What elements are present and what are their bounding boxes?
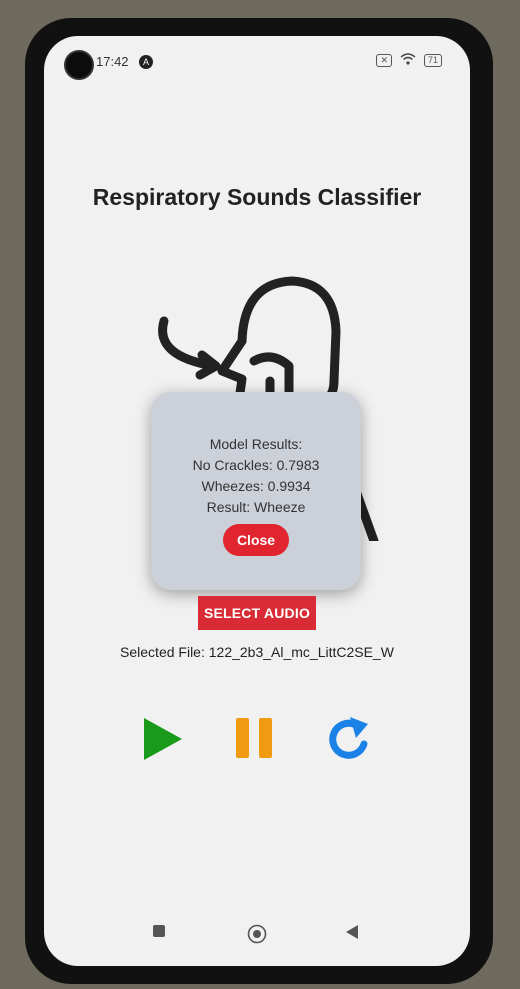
home-icon[interactable] — [247, 924, 267, 944]
pause-icon[interactable] — [234, 716, 274, 760]
wifi-icon — [400, 53, 416, 68]
battery-icon: 71 — [423, 54, 442, 67]
system-nav-bar — [44, 920, 470, 946]
front-camera — [64, 50, 94, 80]
result-label: Result: Wheeze — [206, 499, 306, 515]
sim-icon: ✕ — [376, 54, 392, 67]
select-audio-button[interactable]: SELECT AUDIO — [198, 596, 316, 630]
replay-icon[interactable] — [326, 716, 372, 762]
status-time: 17:42 — [96, 54, 129, 69]
play-icon[interactable] — [142, 716, 184, 762]
playback-controls — [44, 716, 470, 764]
recents-icon[interactable] — [152, 924, 166, 938]
page-title: Respiratory Sounds Classifier — [92, 184, 422, 210]
notification-badge: A — [139, 55, 153, 69]
app-screen: 17:42 A ✕ 71 Respiratory Sounds Classifi… — [44, 36, 470, 966]
back-icon[interactable] — [344, 924, 360, 940]
wheezes-score: Wheezes: 0.9934 — [201, 478, 311, 494]
results-dialog: Model Results: No Crackles: 0.7983 Wheez… — [151, 392, 361, 590]
close-button[interactable]: Close — [222, 524, 290, 556]
crackles-score: No Crackles: 0.7983 — [192, 457, 320, 473]
results-heading: Model Results: — [209, 436, 303, 452]
status-icons: ✕ 71 — [376, 53, 442, 68]
selected-file-label: Selected File: 122_2b3_Al_mc_LittC2SE_W — [120, 644, 394, 660]
